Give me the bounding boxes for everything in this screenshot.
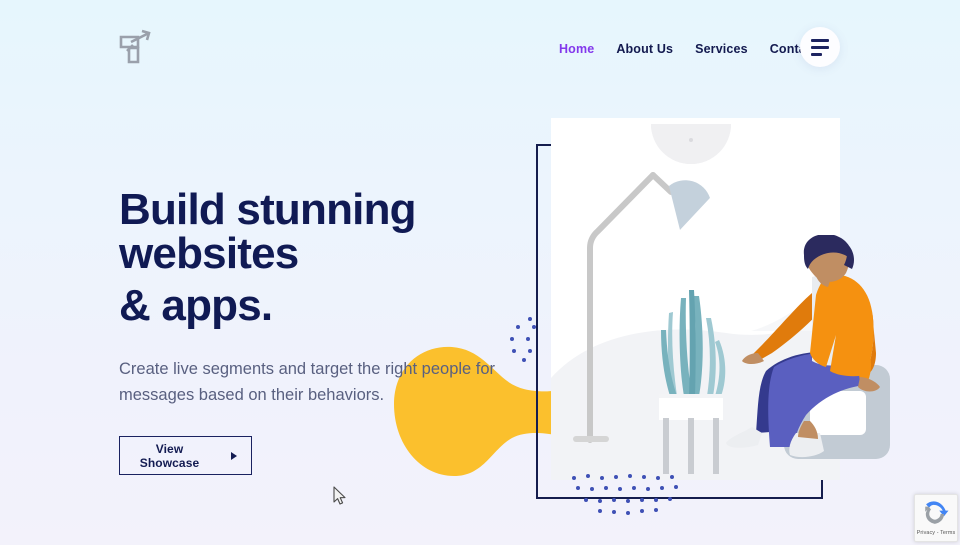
play-triangle-icon xyxy=(231,451,237,460)
view-showcase-label: View Showcase xyxy=(139,441,200,470)
hero-title-line-1: Build stunning websites xyxy=(119,185,417,278)
hamburger-menu-icon-line-1 xyxy=(811,38,829,42)
site-header: Home About Us Services Contact xyxy=(0,0,960,94)
person-back-shoe xyxy=(726,427,762,448)
nav-item-services: Services xyxy=(684,38,759,60)
person-front-arm xyxy=(858,347,871,381)
ceiling-dome-lamp xyxy=(651,124,731,164)
blue-dot-grid-bottom xyxy=(572,474,678,515)
hamburger-menu-icon-line-2 xyxy=(811,45,829,49)
view-showcase-button[interactable]: View Showcase xyxy=(119,436,252,476)
hero-subtitle: Create live segments and target the righ… xyxy=(119,360,496,405)
recaptcha-badge[interactable]: Privacy - Terms xyxy=(914,494,958,542)
recaptcha-privacy-terms-text[interactable]: Privacy - Terms xyxy=(917,530,956,536)
hamburger-menu-icon-line-3 xyxy=(811,52,822,56)
brand-logo[interactable] xyxy=(118,29,152,65)
abstract-f-arrow-logo-icon xyxy=(119,29,151,64)
hero-title: Build stunning websites & apps. xyxy=(119,188,539,328)
seated-person-illustration xyxy=(726,235,890,459)
nav-link-about-us[interactable]: About Us xyxy=(605,38,684,60)
mouse-pointer-icon xyxy=(333,486,346,505)
nav-item-about-us: About Us xyxy=(605,38,684,60)
nav-link-home[interactable]: Home xyxy=(548,38,605,60)
recaptcha-logo-icon xyxy=(925,501,949,524)
hero-title-line-2: & apps. xyxy=(119,281,273,330)
hamburger-menu-button[interactable] xyxy=(800,27,840,67)
nav-link-services[interactable]: Services xyxy=(684,38,759,60)
nav-item-home: Home xyxy=(548,38,605,60)
hero-section: Build stunning websites & apps. Create l… xyxy=(119,188,539,476)
nav-list: Home About Us Services Contact xyxy=(548,38,828,60)
